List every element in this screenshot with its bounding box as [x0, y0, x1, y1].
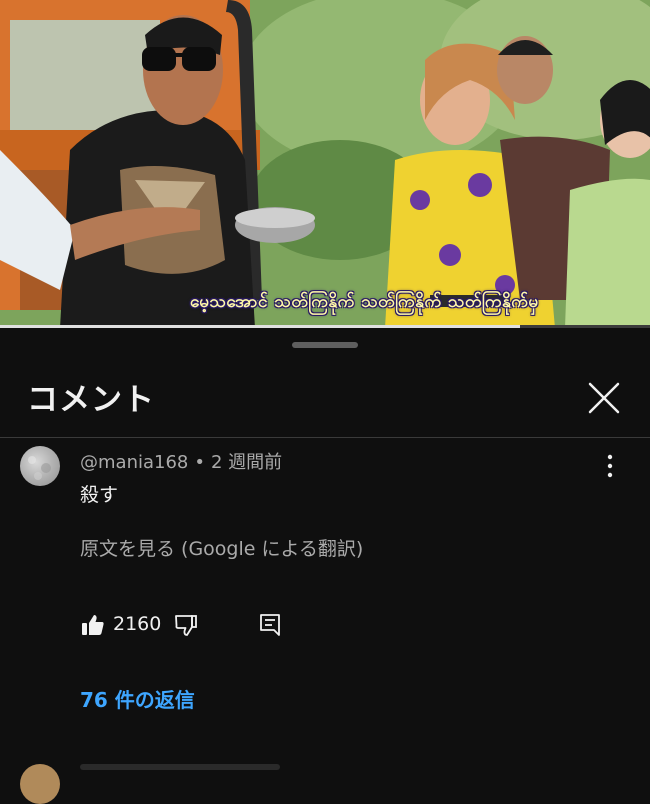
panel-title: コメント: [27, 382, 155, 418]
video-subtitle: မေ့သအောင် သတ်ကြနိုက် သတ်ကြနိုက် သတ်ကြနို…: [190, 292, 539, 312]
more-vert-icon: [607, 454, 613, 478]
more-options-button[interactable]: [596, 452, 624, 480]
close-icon: [588, 382, 620, 414]
comment-text: 殺す: [80, 484, 119, 506]
reply-button[interactable]: [257, 612, 283, 638]
dislike-button[interactable]: [173, 612, 199, 638]
header-divider: [0, 437, 650, 438]
like-count: 2160: [113, 613, 162, 635]
avatar-texture: [28, 456, 51, 480]
comment-meta: @mania168 • 2 週間前: [80, 448, 282, 474]
comment-icon: [260, 614, 280, 636]
see-original-link[interactable]: 原文を見る (Google による翻訳): [80, 534, 363, 561]
like-button[interactable]: [80, 612, 106, 638]
comment-time: 2 週間前: [211, 452, 283, 473]
replies-link[interactable]: 76 件の返信: [80, 684, 195, 713]
next-comment-avatar[interactable]: [20, 764, 60, 804]
next-comment-meta: [80, 764, 280, 770]
avatar[interactable]: [20, 446, 60, 486]
comments-panel: コメント @mania168 • 2 週間前 殺す 原文を見る (Google によ…: [0, 328, 650, 804]
video-player[interactable]: မေ့သအောင် သတ်ကြနိုက် သတ်ကြနိုက် သတ်ကြနို…: [0, 0, 650, 328]
drag-handle[interactable]: [292, 342, 358, 348]
video-frame: [0, 0, 650, 328]
thumbs-up-icon: [82, 615, 104, 635]
close-button[interactable]: [584, 378, 624, 418]
comment-author[interactable]: @mania168: [80, 452, 188, 473]
meta-separator: •: [194, 452, 205, 473]
thumbs-down-icon: [175, 615, 197, 636]
